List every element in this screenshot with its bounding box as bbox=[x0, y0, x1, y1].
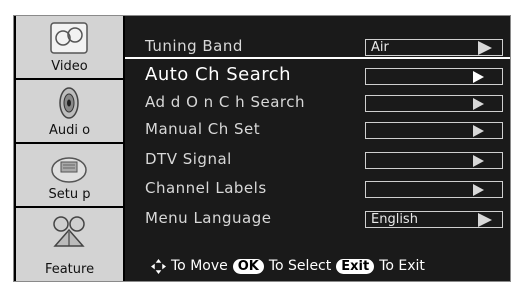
selection-highlight bbox=[125, 57, 510, 59]
menu-item-auto-ch-search[interactable]: Auto Ch Search bbox=[125, 63, 510, 89]
channel-labels-button[interactable] bbox=[365, 181, 503, 198]
right-arrow-icon bbox=[473, 184, 484, 196]
right-arrow-icon bbox=[478, 213, 492, 227]
dtv-signal-button[interactable] bbox=[365, 152, 503, 169]
speaker-icon bbox=[59, 87, 79, 119]
category-setup[interactable]: Setu p bbox=[16, 144, 123, 208]
exit-hint: To Exit bbox=[379, 258, 425, 274]
select-hint: To Select bbox=[268, 258, 332, 274]
category-video[interactable]: Video bbox=[16, 16, 123, 80]
menu-item-menu-language[interactable]: Menu Language English bbox=[125, 206, 510, 232]
category-label: Setu p bbox=[48, 187, 91, 202]
move-hint: To Move bbox=[171, 258, 228, 274]
right-arrow-icon bbox=[473, 98, 484, 110]
tuning-band-selector[interactable]: Air bbox=[365, 39, 503, 56]
exit-key-badge: Exit bbox=[336, 258, 375, 274]
feature-icon bbox=[53, 216, 85, 247]
menu-item-channel-labels[interactable]: Channel Labels bbox=[125, 176, 510, 202]
menu-item-label: Auto Ch Search bbox=[145, 64, 292, 85]
category-label: Audi o bbox=[48, 123, 91, 138]
dpad-icon bbox=[151, 258, 166, 274]
category-audio[interactable]: Audi o bbox=[16, 80, 123, 144]
auto-ch-search-button[interactable] bbox=[365, 68, 503, 85]
key-help-bar: To Move OK To Select Exit To Exit bbox=[151, 258, 425, 274]
menu-item-label: Ad d O n C h Search bbox=[145, 93, 305, 111]
manual-ch-set-button[interactable] bbox=[365, 122, 503, 139]
tuning-band-value: Air bbox=[371, 40, 389, 55]
menu-language-value: English bbox=[371, 212, 418, 227]
menu-item-label: Channel Labels bbox=[145, 179, 267, 197]
video-icon bbox=[50, 22, 88, 54]
menu-frame: Video Audi o Setu p Feature Tuning Band … bbox=[13, 15, 511, 282]
right-arrow-icon bbox=[473, 125, 484, 137]
menu-item-label: Tuning Band bbox=[145, 37, 243, 55]
category-sidebar: Video Audi o Setu p Feature bbox=[14, 16, 125, 281]
menu-item-label: DTV Signal bbox=[145, 150, 232, 168]
menu-item-label: Manual Ch Set bbox=[145, 120, 261, 138]
menu-language-selector[interactable]: English bbox=[365, 211, 503, 228]
menu-item-manual-ch-set[interactable]: Manual Ch Set bbox=[125, 117, 510, 143]
category-label: Video bbox=[51, 59, 88, 74]
right-arrow-icon bbox=[473, 155, 484, 167]
category-feature[interactable]: Feature bbox=[16, 208, 123, 281]
menu-item-add-on-ch-search[interactable]: Ad d O n C h Search bbox=[125, 90, 510, 116]
add-on-ch-search-button[interactable] bbox=[365, 95, 503, 112]
menu-panel: Tuning Band Air Auto Ch Search Ad d O n … bbox=[125, 16, 510, 281]
right-arrow-icon bbox=[473, 71, 484, 83]
ok-key-badge: OK bbox=[232, 258, 264, 274]
right-arrow-icon bbox=[478, 41, 492, 55]
setup-icon bbox=[51, 157, 87, 183]
menu-item-label: Menu Language bbox=[145, 209, 272, 227]
menu-item-dtv-signal[interactable]: DTV Signal bbox=[125, 147, 510, 173]
category-label: Feature bbox=[44, 262, 95, 277]
